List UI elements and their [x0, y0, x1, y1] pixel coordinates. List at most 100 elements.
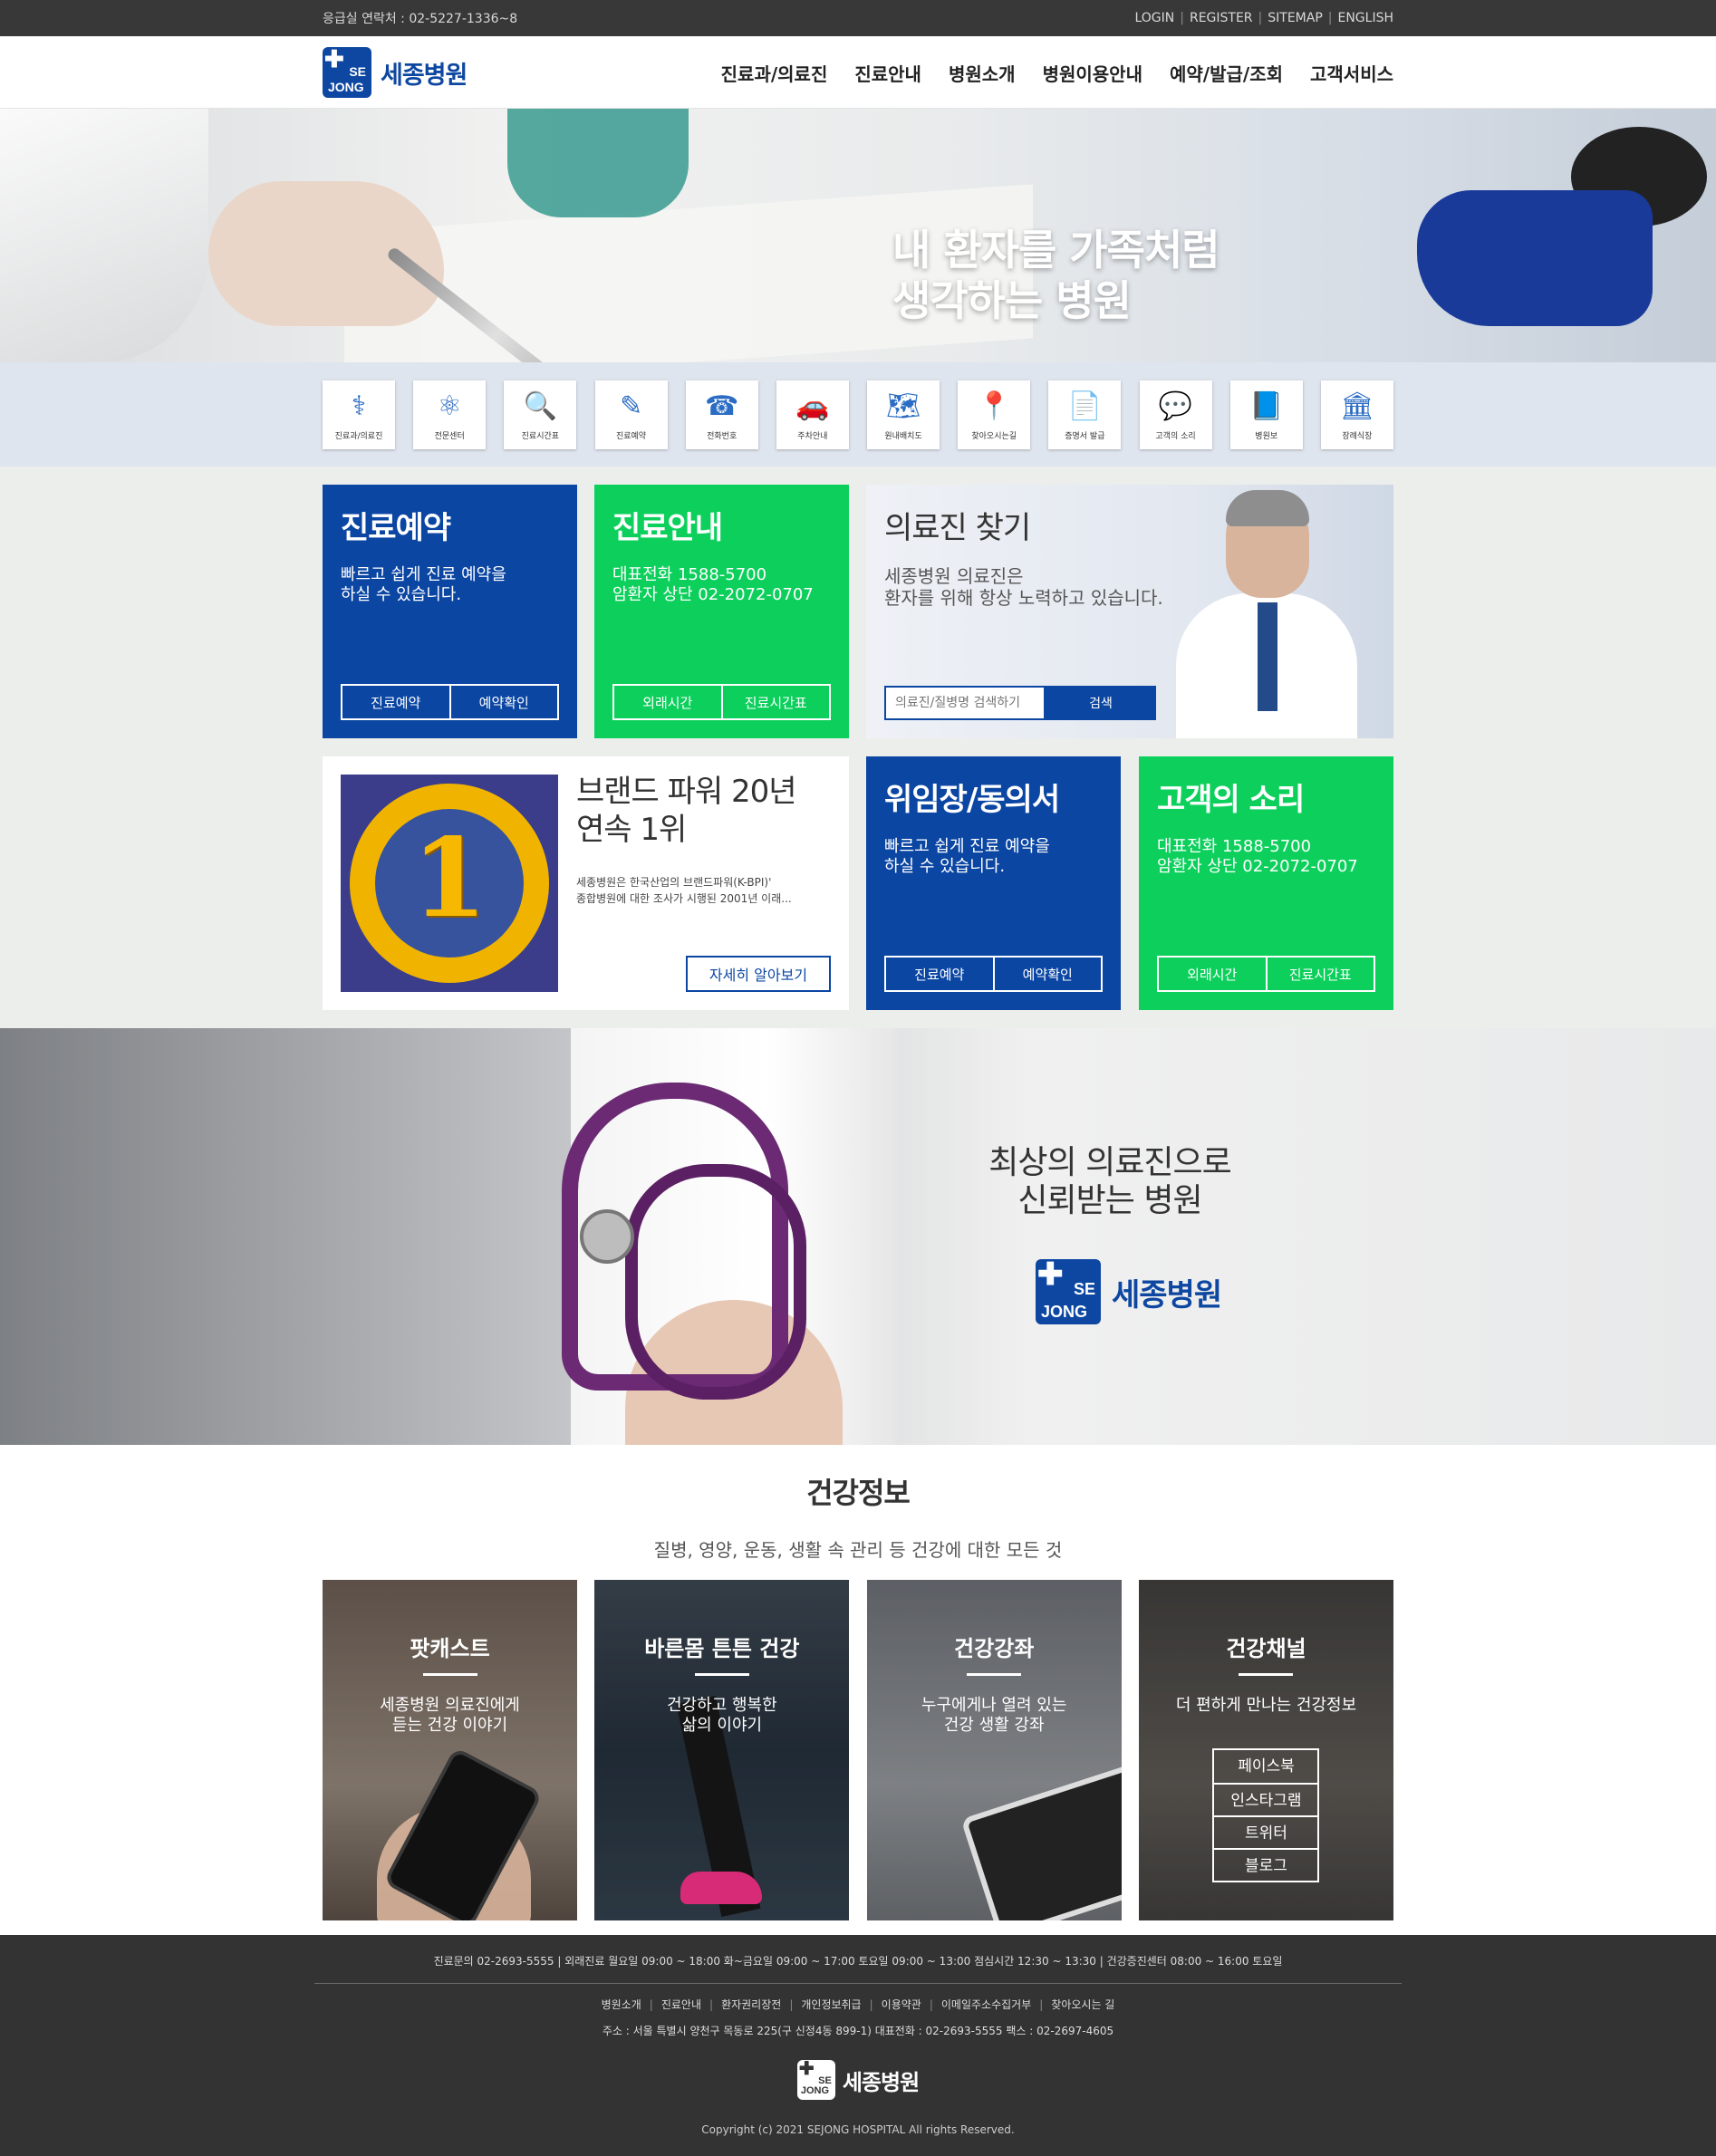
nav-item-reservation[interactable]: 예약/발급/조회 [1170, 60, 1283, 86]
footer-link[interactable]: 개인정보취급 [801, 1998, 861, 2011]
podcast-desc: 세종병원 의료진에게 듣는 건강 이야기 [380, 1696, 520, 1735]
learn-more-button[interactable]: 자세히 알아보기 [686, 956, 831, 992]
quick-menu-item[interactable]: 📍 찾아오시는길 [958, 380, 1031, 449]
hero-banner: 내 환자를 가족처럼 생각하는 병원 [0, 109, 1716, 362]
quick-menu-item[interactable]: 🔍 진료시간표 [504, 380, 577, 449]
quick-menu-label: 진료시간표 [521, 431, 560, 441]
quick-menu-label: 진료예약 [615, 431, 647, 441]
divider [422, 1673, 477, 1676]
voice-schedule-button[interactable]: 진료시간표 [1265, 958, 1374, 990]
voice-outpatient-hours-button[interactable]: 외래시간 [1159, 958, 1266, 990]
facebook-link[interactable]: 페이스북 [1214, 1750, 1317, 1783]
sitemap-link[interactable]: SITEMAP [1268, 11, 1323, 25]
book-appointment-button[interactable]: 진료예약 [342, 686, 449, 718]
logo-mark-icon: ✚ SE JONG [323, 47, 371, 98]
twitter-link[interactable]: 트위터 [1214, 1815, 1318, 1848]
consent-check-button[interactable]: 예약확인 [992, 958, 1102, 990]
health-info-section: 건강정보 질병, 영양, 운동, 생활 속 관리 등 건강에 대한 모든 것 팟… [0, 1445, 1716, 1939]
footer-link[interactable]: 이용약관 [882, 1998, 921, 2011]
site-logo[interactable]: ✚ SE JONG 세종병원 [323, 47, 468, 98]
health-lecture-card[interactable]: 건강강좌 누구에게나 열려 있는 건강 생활 강좌 [866, 1580, 1122, 1920]
customer-voice-desc: 대표전화 1588-5700 암환자 상단 02-2072-0707 [1157, 837, 1358, 876]
blood-pressure-cuff-icon [1417, 190, 1653, 326]
brand-power-desc: 세종병원은 한국산업의 브랜드파워(K-BPI)' 종합병원에 대한 조사가 시행… [576, 876, 792, 905]
quick-menu-item[interactable]: 🚗 주차안내 [776, 380, 849, 449]
footer-logo: ✚ SE JONG 세종병원 [0, 2060, 1716, 2100]
phonebook-icon: ☎ [705, 390, 739, 422]
register-link[interactable]: REGISTER [1190, 11, 1253, 25]
quick-menu-label: 장례식장 [1342, 431, 1373, 441]
quick-menu-item[interactable]: ✎ 진료예약 [594, 380, 668, 449]
footer-link[interactable]: 진료안내 [661, 1998, 701, 2011]
english-link[interactable]: ENGLISH [1337, 11, 1393, 25]
quick-menu-label: 원내배치도 [884, 431, 922, 441]
quick-menu-label: 주차안내 [797, 431, 828, 441]
divider: | [649, 1998, 653, 2011]
nav-item-about[interactable]: 병원소개 [949, 60, 1016, 86]
brand-power-title: 브랜드 파워 20년 연속 1위 [576, 774, 797, 848]
footer-divider [314, 1983, 1402, 1984]
blog-link[interactable]: 블로그 [1214, 1848, 1318, 1881]
nav-item-usage[interactable]: 병원이용안내 [1043, 60, 1142, 86]
main-nav: 진료과/의료진 진료안내 병원소개 병원이용안내 예약/발급/조회 고객서비스 [721, 60, 1393, 86]
login-link[interactable]: LOGIN [1134, 11, 1174, 25]
quick-menu-item[interactable]: 💬 고객의 소리 [1139, 380, 1212, 449]
nav-item-guide[interactable]: 진료안내 [854, 60, 921, 86]
divider: | [709, 1998, 714, 2011]
quick-menu-item[interactable]: ☎ 전화번호 [685, 380, 758, 449]
consent-form-desc: 빠르고 쉽게 진료 예약을 하실 수 있습니다. [884, 837, 1050, 876]
health-lecture-desc: 누구에게나 열려 있는 건강 생활 강좌 [921, 1696, 1067, 1735]
health-channel-title: 건강채널 [1226, 1636, 1306, 1661]
health-cards: 팟캐스트 세종병원 의료진에게 듣는 건강 이야기 바른몸 튼튼 건강 건강하고 … [323, 1580, 1393, 1920]
location-icon: 📍 [977, 390, 1011, 422]
footer-link[interactable]: 찾아오시는 길 [1051, 1998, 1114, 2011]
healthy-body-card[interactable]: 바른몸 튼튼 건강 건강하고 행복한 삶의 이야기 [594, 1580, 850, 1920]
quick-menu-item[interactable]: ⚕ 진료과/의료진 [323, 380, 395, 449]
quick-menu-label: 병원보 [1255, 431, 1278, 441]
footer-link[interactable]: 병원소개 [602, 1998, 641, 2011]
speech-icon: 💬 [1158, 390, 1193, 422]
building-icon: 🏛 [1339, 390, 1374, 422]
top-bar: 응급실 연락처 : 02-5227-1336~8 LOGIN | REGISTE… [0, 0, 1716, 36]
podcast-title: 팟캐스트 [410, 1636, 490, 1661]
running-shoe-icon [680, 1872, 763, 1904]
clinic-guide-title: 진료안내 [612, 510, 723, 546]
quick-menu-item[interactable]: 🏛 장례식장 [1320, 380, 1393, 449]
map-icon: 🗺 [885, 390, 921, 422]
footer-links: 병원소개 | 진료안내 | 환자권리장전 | 개인정보취급 | 이용약관 | 이메일주소수집거부 | 찾… [0, 1997, 1716, 2012]
quick-menu-item[interactable]: 📘 병원보 [1229, 380, 1303, 449]
emergency-contact: 응급실 연락처 : 02-5227-1336~8 [323, 12, 518, 26]
podcast-card[interactable]: 팟캐스트 세종병원 의료진에게 듣는 건강 이야기 [323, 1580, 577, 1920]
doctor-search-input[interactable] [884, 686, 1046, 720]
quick-menu-item[interactable]: ⚛ 전문센터 [413, 380, 487, 449]
clinic-schedule-button[interactable]: 진료시간표 [720, 686, 830, 718]
newsletter-icon: 📘 [1249, 390, 1284, 422]
clinic-guide-desc: 대표전화 1588-5700 암환자 상단 02-2072-0707 [612, 565, 814, 604]
quick-menu: ⚕ 진료과/의료진 ⚛ 전문센터 🔍 진료시간표 ✎ 진료예약 ☎ 전화번호 🚗 주차안내 🗺 원내배치도… [0, 362, 1716, 467]
doctor-search-button[interactable]: 검색 [1046, 686, 1156, 720]
reservation-buttons: 진료예약 예약확인 [341, 684, 559, 720]
promo-logo: ✚ SE JONG 세종병원 [1036, 1259, 1222, 1324]
instagram-link[interactable]: 인스타그램 [1214, 1783, 1318, 1815]
reservation-desc: 빠르고 쉽게 진료 예약을 하실 수 있습니다. [341, 565, 506, 604]
promo-banner: 최상의 의료진으로 신뢰받는 병원 ✚ SE JONG 세종병원 [0, 1028, 1716, 1445]
site-footer: 진료문의 02-2693-5555 | 외래진료 월요일 09:00 ~ 18:… [0, 1935, 1716, 2156]
customer-voice-title: 고객의 소리 [1157, 782, 1305, 818]
nav-item-departments[interactable]: 진료과/의료진 [721, 60, 828, 86]
quick-menu-label: 증명서 발급 [1065, 431, 1105, 441]
quick-menu-label: 찾아오시는길 [971, 431, 1017, 441]
footer-link[interactable]: 이메일주소수집거부 [941, 1998, 1031, 2011]
nav-item-service[interactable]: 고객서비스 [1310, 60, 1393, 86]
logo-mark-icon: ✚ SE JONG [796, 2060, 835, 2100]
quick-menu-item[interactable]: 🗺 원내배치도 [867, 380, 940, 449]
divider: | [1327, 11, 1333, 25]
health-channel-card: 건강채널 더 편하게 만나는 건강정보 페이스북 인스타그램 트위터 블로그 [1138, 1580, 1393, 1920]
footer-link[interactable]: 환자권리장전 [721, 1998, 781, 2011]
reservation-icon: ✎ [619, 390, 643, 422]
check-appointment-button[interactable]: 예약확인 [448, 686, 558, 718]
consent-book-button[interactable]: 진료예약 [886, 958, 993, 990]
healthy-body-title: 바른몸 튼튼 건강 [644, 1636, 800, 1661]
outpatient-hours-button[interactable]: 외래시간 [614, 686, 721, 718]
quick-menu-label: 고객의 소리 [1155, 431, 1196, 441]
quick-menu-item[interactable]: 📄 증명서 발급 [1048, 380, 1122, 449]
